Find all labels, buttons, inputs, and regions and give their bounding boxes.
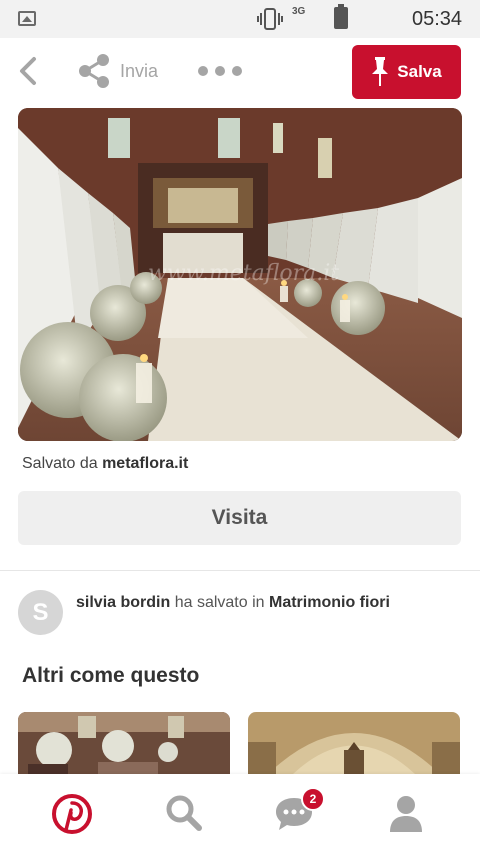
ellipsis-icon <box>198 66 208 76</box>
saver-info: S silvia bordin ha salvato in Matrimonio… <box>18 590 462 640</box>
chevron-left-icon <box>20 57 36 85</box>
saver-name[interactable]: silvia bordin <box>76 594 170 611</box>
clock: 05:34 <box>412 8 463 30</box>
top-bar: Invia Salva <box>0 38 480 104</box>
saved-from-text: Salvato da metaflora.it <box>22 455 189 472</box>
save-label: Salva <box>397 62 442 81</box>
visit-button[interactable]: Visita <box>18 491 461 545</box>
status-bar: 3G 05:34 <box>0 0 480 38</box>
bottom-navigation <box>0 774 480 854</box>
signal-3g-icon: 3G <box>292 6 306 17</box>
battery-icon <box>334 4 348 29</box>
divider <box>0 570 480 571</box>
pinterest-logo-icon <box>52 794 92 834</box>
image-icon <box>18 11 36 26</box>
share-label: Invia <box>120 60 159 81</box>
watermark: www.metaflora.it <box>148 261 339 286</box>
share-button[interactable]: Invia <box>76 52 158 90</box>
back-button[interactable] <box>14 54 44 88</box>
nav-home[interactable] <box>50 792 94 836</box>
messages-badge: 2 <box>301 787 325 811</box>
save-button[interactable]: Salva <box>352 45 461 99</box>
profile-icon <box>390 796 422 832</box>
vibrate-icon <box>257 8 283 30</box>
related-pin-thumbnail[interactable] <box>248 712 460 774</box>
pin-image[interactable]: www.metaflora.it <box>18 108 462 441</box>
church-aisle-photo: www.metaflora.it <box>18 108 462 441</box>
related-title: Altri come questo <box>22 664 200 687</box>
search-icon <box>166 795 202 831</box>
avatar[interactable]: S <box>18 590 63 635</box>
source-link[interactable]: metaflora.it <box>102 455 188 472</box>
saver-action: ha salvato in <box>174 594 265 611</box>
board-name[interactable]: Matrimonio fiori <box>269 594 390 611</box>
nav-profile[interactable] <box>384 792 428 836</box>
share-icon <box>79 54 109 88</box>
saver-text: silvia bordin ha salvato in Matrimonio f… <box>76 592 416 614</box>
nav-search[interactable] <box>162 792 206 836</box>
related-pin-thumbnail[interactable] <box>18 712 230 774</box>
more-options-button[interactable] <box>198 62 242 80</box>
visit-label: Visita <box>211 506 268 529</box>
pushpin-icon <box>372 57 389 86</box>
